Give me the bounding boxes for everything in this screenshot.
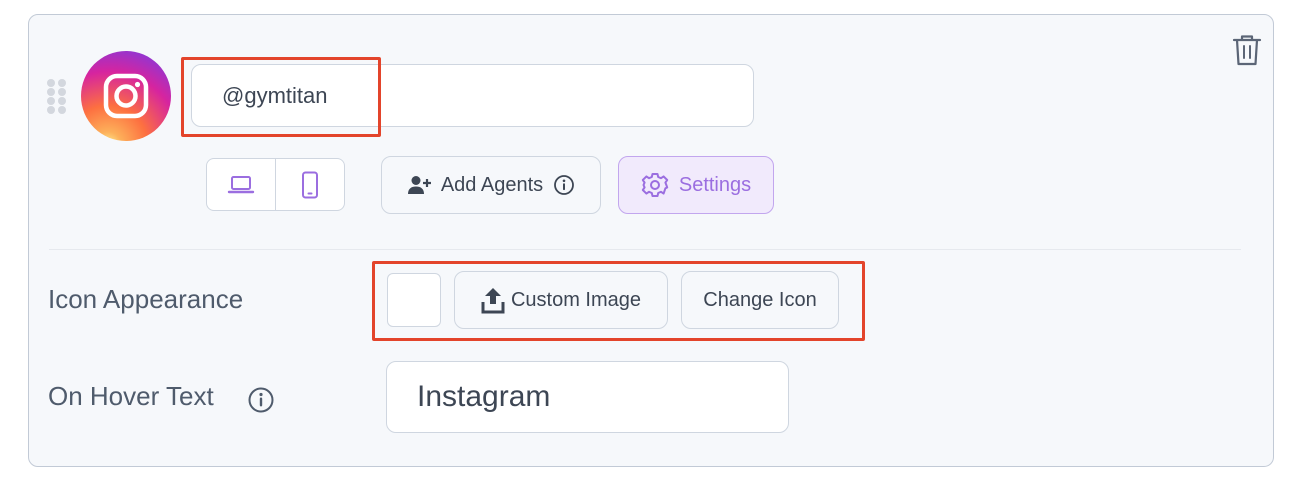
change-icon-label: Change Icon xyxy=(703,288,817,311)
device-visibility-toggle xyxy=(206,158,345,211)
smartphone-icon xyxy=(302,171,318,198)
hover-text-input[interactable]: Instagram xyxy=(386,361,789,433)
icon-color-swatch[interactable] xyxy=(387,273,441,327)
icon-appearance-label: Icon Appearance xyxy=(48,284,244,314)
social-handle-value: @gymtitan xyxy=(222,82,328,108)
social-link-card: @gymtitan Add Agents Settings Icon Appea… xyxy=(28,14,1274,467)
info-icon[interactable] xyxy=(553,174,575,196)
add-agents-button[interactable]: Add Agents xyxy=(381,156,601,214)
info-icon[interactable] xyxy=(247,386,275,414)
custom-image-label: Custom Image xyxy=(510,288,642,311)
laptop-icon xyxy=(227,175,255,193)
change-icon-button[interactable]: Change Icon xyxy=(681,271,839,329)
upload-icon xyxy=(481,288,505,314)
hover-text-value: Instagram xyxy=(417,380,551,413)
hover-text-label: On Hover Text xyxy=(48,381,214,411)
desktop-toggle[interactable] xyxy=(207,159,275,210)
social-handle-input[interactable]: @gymtitan xyxy=(191,64,754,127)
drag-handle-icon[interactable] xyxy=(47,79,69,115)
add-agents-label: Add Agents xyxy=(440,173,544,196)
trash-icon[interactable] xyxy=(1231,33,1263,67)
mobile-toggle[interactable] xyxy=(275,159,344,210)
gear-icon xyxy=(641,173,669,197)
custom-image-button[interactable]: Custom Image xyxy=(454,271,668,329)
settings-label: Settings xyxy=(678,173,752,196)
add-user-icon xyxy=(407,176,431,194)
instagram-icon xyxy=(81,51,171,141)
section-divider xyxy=(49,249,1241,250)
settings-button[interactable]: Settings xyxy=(618,156,774,214)
